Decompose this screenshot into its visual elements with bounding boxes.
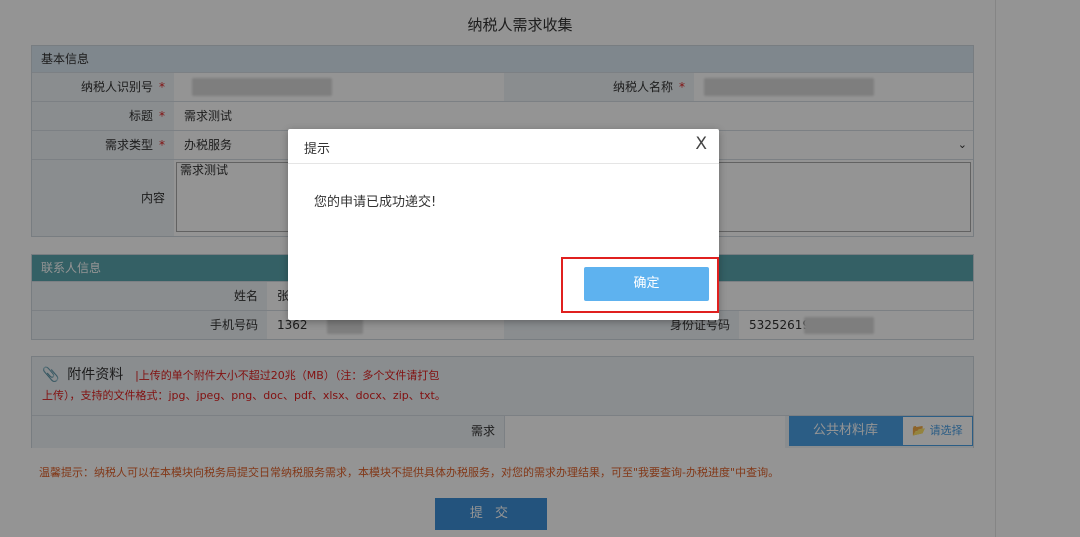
dialog-title: 提示 (304, 142, 331, 157)
close-icon[interactable]: X (695, 134, 707, 154)
ok-button[interactable]: 确定 (584, 267, 709, 301)
success-dialog: 提示 X 您的申请已成功递交! 确定 (288, 129, 719, 320)
dialog-header: 提示 X (288, 129, 719, 164)
dialog-message: 您的申请已成功递交! (314, 195, 437, 210)
